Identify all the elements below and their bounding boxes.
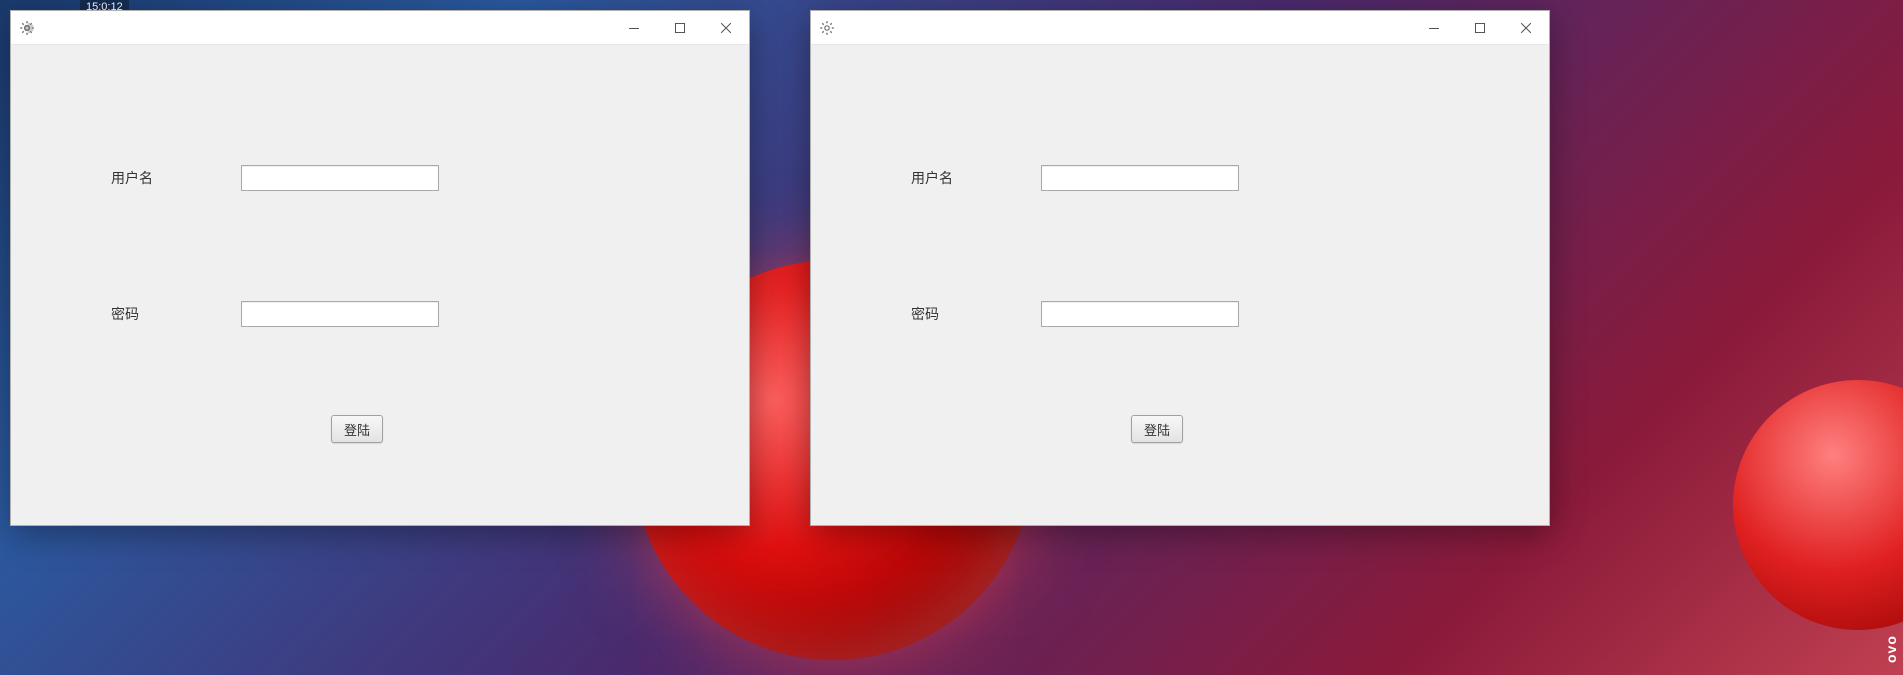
titlebar[interactable] [11, 11, 749, 45]
desktop-background-orb-2 [1733, 380, 1903, 630]
gear-icon [819, 20, 835, 36]
password-label: 密码 [111, 304, 241, 324]
minimize-button[interactable] [611, 11, 657, 45]
window-controls [611, 11, 749, 44]
brand-watermark: ovo [1883, 603, 1903, 663]
close-button[interactable] [1503, 11, 1549, 45]
password-label: 密码 [911, 304, 1041, 324]
username-label: 用户名 [911, 168, 1041, 188]
window-controls [1411, 11, 1549, 44]
username-input[interactable] [1041, 165, 1239, 191]
gear-icon [19, 20, 35, 36]
username-row: 用户名 [911, 165, 1239, 191]
minimize-button[interactable] [1411, 11, 1457, 45]
username-label: 用户名 [111, 168, 241, 188]
password-row: 密码 [111, 301, 439, 327]
login-button[interactable]: 登陆 [331, 415, 383, 443]
maximize-button[interactable] [1457, 11, 1503, 45]
close-button[interactable] [703, 11, 749, 45]
login-button[interactable]: 登陆 [1131, 415, 1183, 443]
username-input[interactable] [241, 165, 439, 191]
login-window-2: 用户名 密码 登陆 [810, 10, 1550, 526]
login-window-1: 用户名 密码 登陆 [10, 10, 750, 526]
username-row: 用户名 [111, 165, 439, 191]
titlebar[interactable] [811, 11, 1549, 45]
password-input[interactable] [241, 301, 439, 327]
password-row: 密码 [911, 301, 1239, 327]
client-area: 用户名 密码 登陆 [811, 45, 1549, 525]
password-input[interactable] [1041, 301, 1239, 327]
client-area: 用户名 密码 登陆 [11, 45, 749, 525]
maximize-button[interactable] [657, 11, 703, 45]
